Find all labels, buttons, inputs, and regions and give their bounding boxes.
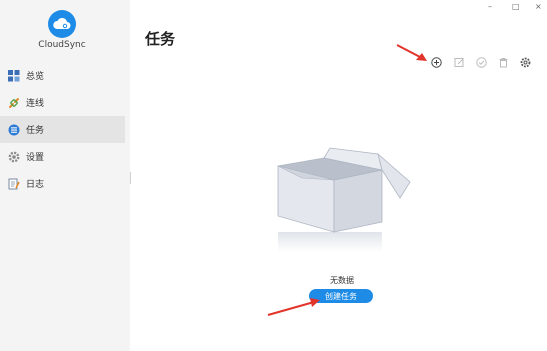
sidebar-item-label: 总览 (26, 72, 45, 82)
settings-button[interactable] (519, 56, 531, 68)
delete-icon (499, 57, 507, 67)
annotation-arrow-icon (267, 298, 320, 316)
overview-icon (8, 69, 20, 82)
sidebar-item-settings[interactable]: 设置 (0, 143, 125, 170)
splitter-handle[interactable] (130, 172, 131, 184)
empty-box-illustration (277, 147, 411, 252)
sidebar-item-task[interactable]: 任务 (0, 116, 125, 143)
sidebar-item-link[interactable]: 连线 (0, 89, 125, 116)
gear-icon (520, 57, 530, 67)
task-icon (8, 124, 20, 136)
close-button[interactable]: × (535, 2, 542, 11)
annotation-arrow-icon (396, 44, 427, 61)
delete-button[interactable] (497, 56, 509, 68)
log-icon (8, 178, 20, 190)
add-button[interactable] (430, 56, 442, 68)
sidebar-item-overview[interactable]: 总览 (0, 62, 125, 89)
settings-icon (8, 151, 20, 163)
add-icon (430, 56, 442, 68)
sidebar-item-log[interactable]: 日志 (0, 170, 125, 197)
check-button[interactable] (475, 56, 487, 68)
maximize-button[interactable]: □ (512, 2, 520, 11)
edit-icon (454, 57, 464, 67)
minimize-button[interactable]: – (488, 2, 492, 11)
sidebar: CloudSync 总览 连线 任务 设置 日志 (0, 0, 130, 351)
cloudsync-logo (48, 10, 76, 38)
empty-state-text: 无数据 (330, 276, 354, 285)
sidebar-item-label: 设置 (26, 153, 45, 163)
app-name: CloudSync (38, 40, 86, 50)
link-icon (8, 97, 20, 109)
sidebar-item-label: 任务 (26, 126, 45, 136)
cloud-icon (53, 17, 71, 29)
edit-button[interactable] (453, 56, 465, 68)
check-icon (475, 56, 487, 68)
sidebar-item-label: 日志 (26, 180, 45, 190)
sidebar-item-label: 连线 (26, 99, 45, 109)
page-title: 任务 (145, 30, 176, 48)
